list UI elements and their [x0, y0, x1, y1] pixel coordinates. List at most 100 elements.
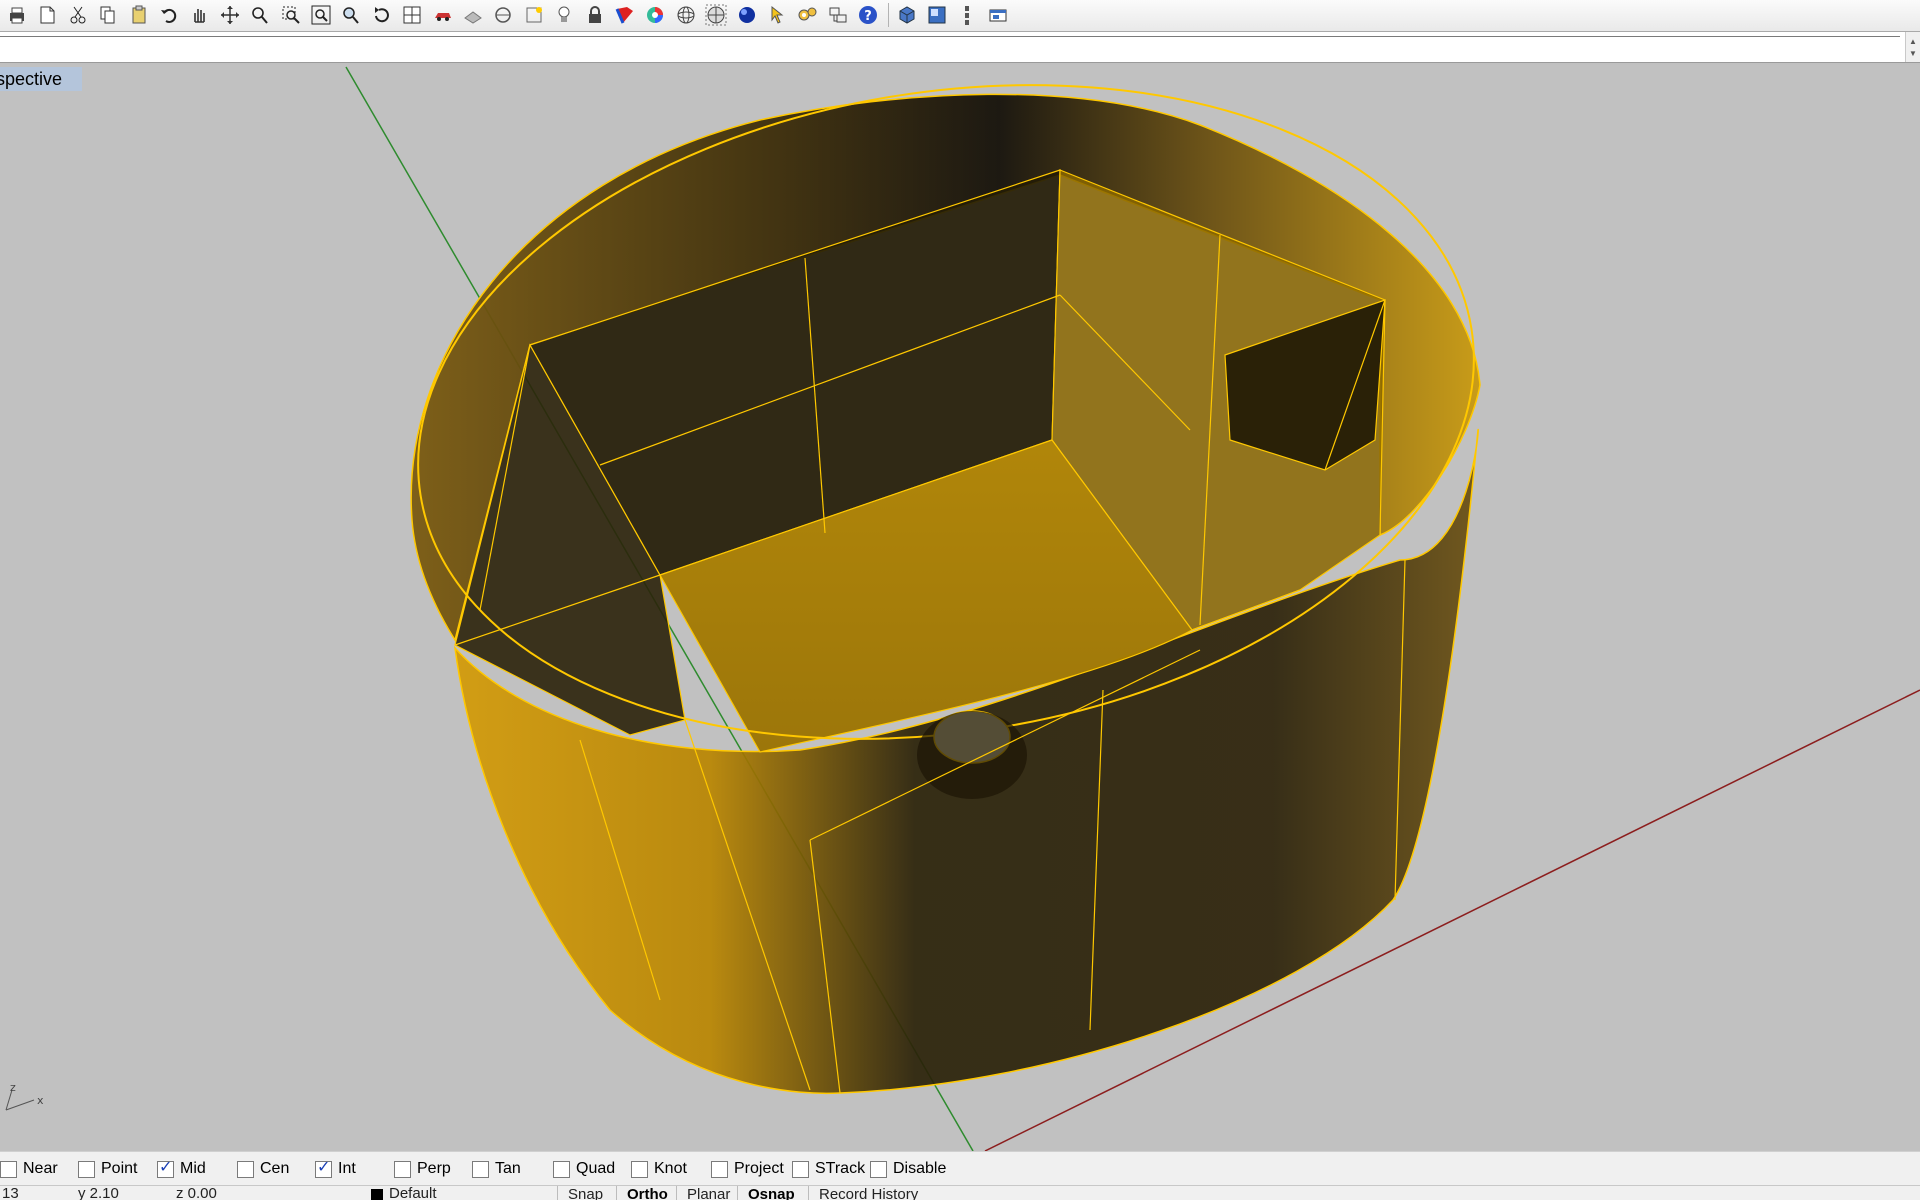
zoom-selected-button[interactable] — [338, 2, 364, 28]
view-cube-button[interactable] — [894, 2, 920, 28]
osnap-cen-checkbox[interactable] — [237, 1160, 254, 1178]
zoom-extents-icon — [311, 5, 331, 25]
status-planar-toggle[interactable]: Planar — [676, 1186, 740, 1200]
options-icon — [829, 7, 847, 23]
osnap-quad-label: Quad — [576, 1160, 616, 1177]
osnap-tan-checkbox[interactable] — [472, 1160, 489, 1178]
current-layer[interactable]: Default — [389, 1186, 437, 1200]
viewport-layout-button[interactable] — [924, 2, 950, 28]
osnap-near-checkbox[interactable] — [0, 1160, 17, 1178]
osnap-knot[interactable]: Knot — [631, 1158, 687, 1180]
osnap-strack-label: STrack — [815, 1160, 866, 1177]
help-button[interactable]: ? — [855, 2, 881, 28]
undo-button[interactable] — [156, 2, 182, 28]
osnap-knot-label: Knot — [654, 1160, 687, 1177]
render-sphere-button[interactable] — [734, 2, 760, 28]
status-record-history-toggle[interactable]: Record History — [808, 1186, 928, 1200]
snap-grid-button[interactable] — [521, 2, 547, 28]
scroll-down-icon[interactable]: ▼ — [1908, 50, 1918, 58]
status-snap-toggle[interactable]: Snap — [557, 1186, 613, 1200]
layer-color-swatch — [371, 1189, 383, 1200]
toolbar-separator — [887, 3, 889, 27]
coord-y-readout: y 2.10 — [78, 1185, 119, 1200]
new-page-icon — [40, 6, 55, 24]
osnap-tan[interactable]: Tan — [472, 1158, 521, 1180]
osnap-perp[interactable]: Perp — [394, 1158, 451, 1180]
help-icon: ? — [859, 6, 878, 24]
gears-icon — [798, 7, 817, 21]
osnap-quad-checkbox[interactable] — [553, 1160, 570, 1178]
osnap-point[interactable]: Point — [78, 1158, 137, 1180]
osnap-bar: Near Point ✓ Mid Cen ✓ Int Perp Tan Quad Knot Proje… — [0, 1151, 1920, 1185]
shade-icon — [464, 11, 482, 24]
drain-hole-shadow — [917, 711, 1027, 799]
osnap-tan-label: Tan — [495, 1160, 521, 1177]
move-axes-icon — [220, 6, 239, 24]
four-viewports-icon — [403, 6, 421, 24]
checkmark-icon: ✓ — [317, 1158, 331, 1176]
perspective-viewport[interactable]: z x rspective — [0, 65, 1920, 1151]
rhino-window: ? ▲ ▼ z x spective Near Point ✓ Mid Cen … — [0, 0, 1920, 1200]
render-sphere-icon — [738, 7, 755, 23]
osnap-strack[interactable]: STrack — [792, 1158, 865, 1180]
copy-button[interactable] — [95, 2, 121, 28]
command-line[interactable] — [0, 32, 1920, 63]
command-history-divider — [0, 36, 1900, 37]
rotate-view-button[interactable] — [369, 2, 395, 28]
osnap-strack-checkbox[interactable] — [792, 1160, 809, 1178]
osnap-int-checkbox[interactable]: ✓ — [315, 1158, 332, 1178]
osnap-mid-checkbox[interactable]: ✓ — [157, 1159, 174, 1178]
snap-grid-icon — [526, 7, 542, 23]
scroll-up-icon[interactable]: ▲ — [1908, 38, 1918, 46]
circle-select-button[interactable] — [490, 2, 516, 28]
osnap-disable-checkbox[interactable] — [870, 1160, 887, 1178]
zoom-button[interactable] — [247, 2, 273, 28]
osnap-perp-checkbox[interactable] — [394, 1160, 411, 1178]
command-scrollbar[interactable]: ▲ ▼ — [1905, 32, 1920, 62]
car-button[interactable] — [430, 2, 456, 28]
sphere-grid-button[interactable] — [703, 2, 729, 28]
viewport-title-tab[interactable]: rspective — [0, 67, 83, 91]
model-scene[interactable]: z x — [0, 65, 1920, 1151]
zoom-extents-button[interactable] — [308, 2, 334, 28]
osnap-point-label: Point — [101, 1160, 138, 1177]
osnap-project[interactable]: Project — [711, 1158, 784, 1180]
paste-button[interactable] — [126, 2, 152, 28]
zoom-window-button[interactable] — [278, 2, 304, 28]
viewport-title-label: rspective — [0, 69, 63, 89]
vertical-dots-button[interactable] — [954, 2, 980, 28]
sphere-wire-button[interactable] — [673, 2, 699, 28]
light-bulb-button[interactable] — [551, 2, 577, 28]
print-button[interactable] — [4, 2, 30, 28]
copy-icon — [100, 6, 115, 24]
osnap-near[interactable]: Near — [0, 1158, 58, 1180]
osnap-mid[interactable]: ✓ Mid — [157, 1158, 206, 1180]
osnap-cen[interactable]: Cen — [237, 1158, 289, 1180]
window-button[interactable] — [985, 2, 1011, 28]
material-button[interactable] — [612, 2, 638, 28]
color-wheel-button[interactable] — [642, 2, 668, 28]
options-button[interactable] — [825, 2, 851, 28]
gears-button[interactable] — [794, 2, 820, 28]
cut-button[interactable] — [65, 2, 91, 28]
lock-button[interactable] — [582, 2, 608, 28]
osnap-quad[interactable]: Quad — [553, 1158, 615, 1180]
pan-hand-button[interactable] — [186, 2, 212, 28]
new-page-button[interactable] — [34, 2, 60, 28]
osnap-knot-checkbox[interactable] — [631, 1160, 648, 1178]
osnap-mid-label: Mid — [180, 1160, 206, 1177]
move-axes-button[interactable] — [217, 2, 243, 28]
axes-widget: z x — [5, 1081, 44, 1111]
osnap-int[interactable]: ✓ Int — [315, 1158, 356, 1180]
osnap-project-checkbox[interactable] — [711, 1160, 728, 1178]
status-ortho-toggle[interactable]: Ortho — [616, 1186, 678, 1200]
osnap-point-checkbox[interactable] — [78, 1160, 95, 1178]
osnap-disable[interactable]: Disable — [870, 1158, 946, 1180]
status-osnap-toggle[interactable]: Osnap — [737, 1186, 805, 1200]
pointer-arrow-button[interactable] — [764, 2, 790, 28]
four-viewports-button[interactable] — [399, 2, 425, 28]
shade-button[interactable] — [460, 2, 486, 28]
car-icon — [434, 13, 451, 21]
lock-icon — [588, 6, 601, 23]
circle-select-icon — [495, 7, 512, 23]
